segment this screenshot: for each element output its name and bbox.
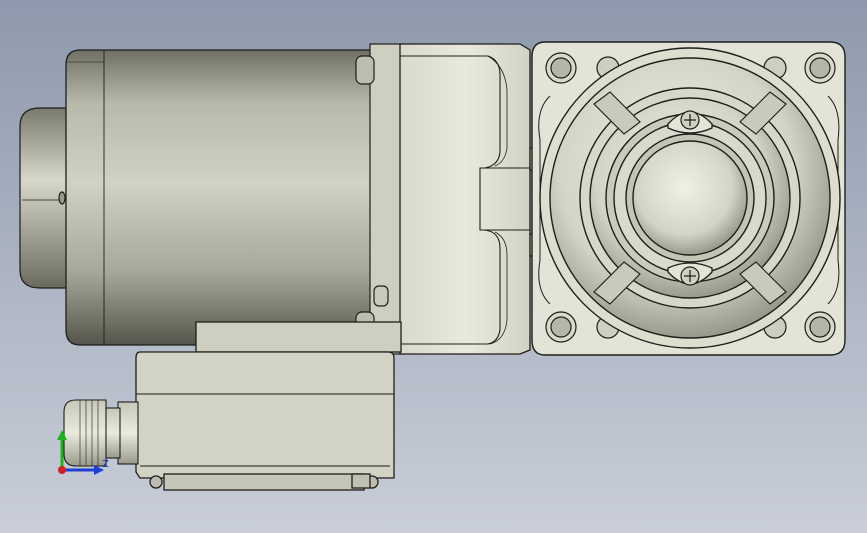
motor-cylinder[interactable] bbox=[65, 49, 373, 346]
output-boss[interactable] bbox=[539, 47, 841, 349]
cad-3d-viewport[interactable]: Z bbox=[0, 0, 867, 533]
triad-z-label: Z bbox=[102, 459, 109, 470]
cable-gland[interactable] bbox=[63, 399, 139, 467]
motor-end-cap[interactable] bbox=[19, 107, 71, 289]
model-canvas[interactable]: Z bbox=[0, 0, 867, 533]
gear-housing[interactable] bbox=[399, 43, 551, 355]
triad-x-axis bbox=[58, 466, 66, 474]
